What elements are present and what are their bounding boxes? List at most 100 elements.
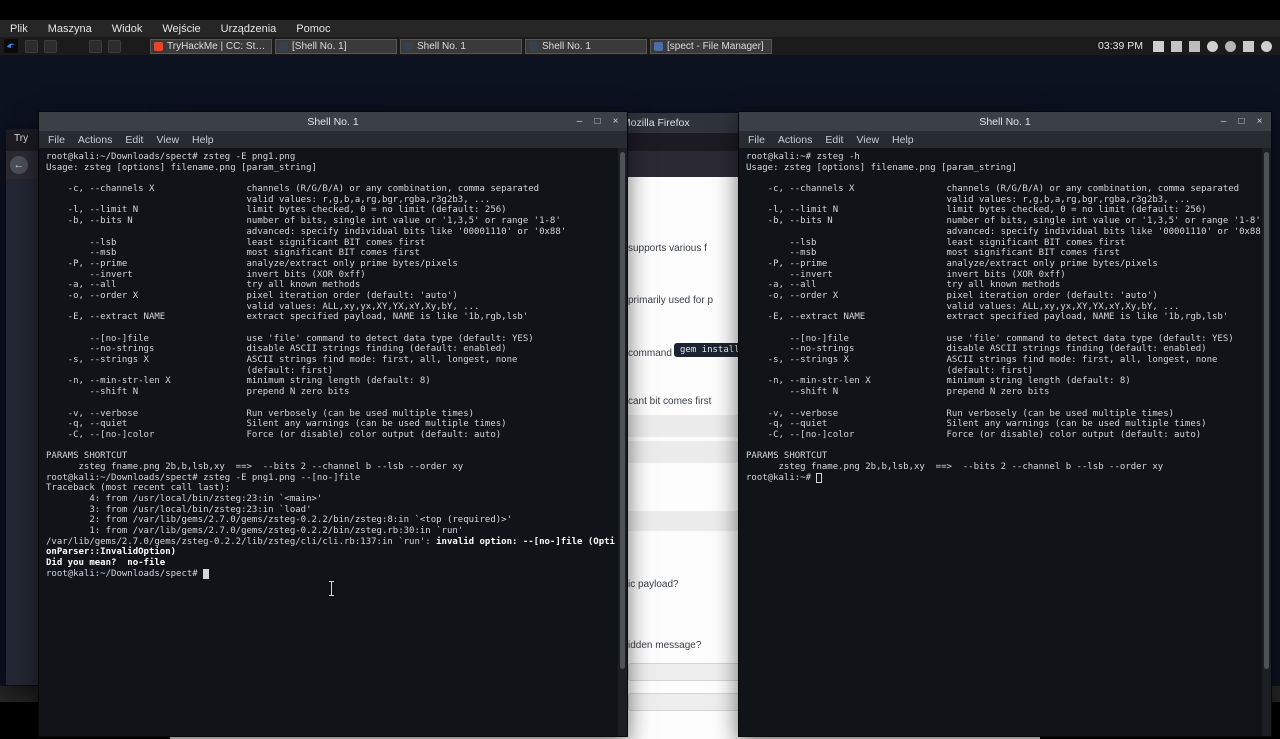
menu-item-help[interactable]: Help — [192, 134, 214, 146]
taskbar-window-label: Shell No. 1 — [542, 40, 591, 52]
menu-item-actions[interactable]: Actions — [778, 134, 812, 146]
page-text-fragment-6: idden message? — [628, 640, 702, 651]
terminal-line: advanced: specify individual bits like '… — [746, 226, 1267, 237]
menu-item-file[interactable]: File — [48, 134, 65, 146]
terminal-line: root@kali:~/Downloads/spect# zsteg -E pn… — [46, 152, 296, 162]
terminal-left-titlebar[interactable]: Shell No. 1 – □ × — [39, 112, 627, 131]
terminal-left-output[interactable]: root@kali:~/Downloads/spect# zsteg -E pn… — [39, 148, 627, 736]
terminal-line: -v, --verbose Run verbosely (can be used… — [46, 408, 475, 419]
terminal-line: advanced: specify individual bits like '… — [46, 226, 567, 237]
launcher-icon-1[interactable] — [25, 39, 38, 53]
menu-item-pomoc[interactable]: Pomoc — [286, 23, 340, 35]
terminal-line: -P, --prime analyze/extract only prime b… — [46, 258, 458, 269]
minimize-icon[interactable]: – — [572, 114, 587, 129]
answer-input-1[interactable] — [628, 663, 742, 681]
terminal-line: --no-strings disable ASCII strings findi… — [46, 344, 507, 355]
notification-bell-icon[interactable] — [1207, 40, 1218, 52]
terminal-line: zsteg fname.png 2b,b,lsb,xy ==> --bits 2… — [746, 461, 1164, 472]
kali-taskbar: TryHackMe | CC: Stegan... [Shell No. 1] Sh… — [0, 37, 1280, 55]
terminal-line: 3: from /usr/local/bin/zsteg:23:in `load… — [46, 504, 312, 515]
terminal-left-scrollbar[interactable] — [618, 148, 627, 736]
taskbar-window-shell-3[interactable]: Shell No. 1 — [525, 38, 647, 54]
display-settings-icon[interactable] — [1153, 40, 1164, 52]
panel-clock[interactable]: 03:39 PM — [1098, 40, 1143, 52]
taskbar-window-shell-1-minimized[interactable]: [Shell No. 1] — [275, 38, 397, 54]
terminal-line: -c, --channels X channels (R/G/B/A) or a… — [746, 184, 1240, 195]
kali-menu-icon[interactable] — [4, 39, 18, 53]
terminal-line: 4: from /usr/local/bin/zsteg:23:in `<mai… — [46, 494, 323, 504]
volume-icon[interactable] — [1171, 40, 1182, 52]
terminal-line: Usage: zsteg [options] filename.png [par… — [46, 162, 317, 173]
menu-item-file[interactable]: File — [748, 134, 765, 146]
window-title: Shell No. 1 — [307, 115, 359, 128]
terminal-line: -q, --quiet Silent any warnings (can be … — [46, 419, 507, 430]
terminal-line: valid values: r,g,b,a,rg,bgr,rgba,r3g2b3… — [746, 194, 1191, 205]
minimize-icon[interactable]: – — [1216, 114, 1231, 129]
terminal-line: -s, --strings X ASCII strings find mode:… — [46, 355, 518, 366]
virtualbox-menubar: Plik Maszyna Widok Wejście Urządzenia Pomoc — [0, 20, 1280, 37]
taskbar-window-shell-2[interactable]: Shell No. 1 — [400, 38, 522, 54]
back-button-icon[interactable]: ← — [10, 156, 28, 174]
session-user-icon[interactable] — [1225, 40, 1236, 52]
taskbar-window-file-manager-minimized[interactable]: [spect - File Manager] — [650, 38, 772, 54]
maximize-icon[interactable]: □ — [1234, 114, 1249, 129]
page-text-fragment-1: supports various f — [628, 243, 707, 254]
menu-item-view[interactable]: View — [856, 134, 879, 146]
menu-item-view[interactable]: View — [156, 134, 179, 146]
window-controls: – □ × — [572, 112, 623, 131]
answer-input-2[interactable] — [628, 693, 742, 711]
menu-item-actions[interactable]: Actions — [78, 134, 112, 146]
terminal-line: valid values: ALL,xy,yx,XY,YX,xY,Xy,bY, … — [46, 301, 480, 312]
launcher-icon-3[interactable] — [89, 39, 102, 53]
terminal-line: (default: first) — [746, 365, 1034, 376]
menu-item-wej-cie[interactable]: Wejście — [152, 23, 210, 35]
taskbar-window-label: TryHackMe | CC: Stegan... — [167, 40, 268, 52]
terminal-line: -a, --all try all known methods — [746, 280, 1061, 291]
launcher-icon-4[interactable] — [108, 39, 121, 53]
menu-item-help[interactable]: Help — [892, 134, 914, 146]
terminal-line: -E, --extract NAME extract specified pay… — [746, 312, 1229, 323]
network-icon[interactable] — [1189, 40, 1200, 52]
terminal-line: 2: from /var/lib/gems/2.7.0/gems/zsteg-0… — [46, 515, 512, 526]
terminal-right-scrollbar[interactable] — [1262, 148, 1271, 736]
menu-item-plik[interactable]: Plik — [0, 23, 38, 35]
mouse-text-cursor — [329, 581, 334, 596]
taskbar-window-icon — [529, 41, 538, 51]
taskbar-window-tryhackme-firefox[interactable]: TryHackMe | CC: Stegan... — [150, 38, 272, 54]
menu-item-urz-dzenia[interactable]: Urządzenia — [211, 23, 287, 35]
terminal-line: -o, --order X pixel iteration order (def… — [746, 290, 1158, 301]
taskbar-window-label: Shell No. 1 — [417, 40, 466, 52]
close-icon[interactable]: × — [1252, 114, 1267, 129]
question-row-3 — [628, 511, 742, 531]
close-icon[interactable]: × — [608, 114, 623, 129]
scrollbar-thumb[interactable] — [1264, 152, 1269, 670]
lock-screen-icon[interactable] — [1243, 40, 1254, 52]
terminal-line: --msb most significant BIT comes first — [46, 248, 420, 259]
terminal-line: -o, --order X pixel iteration order (def… — [46, 290, 458, 301]
scrollbar-thumb[interactable] — [620, 152, 625, 670]
terminal-line: PARAMS SHORTCUT — [46, 451, 128, 462]
maximize-icon[interactable]: □ — [590, 114, 605, 129]
launcher-icon-2[interactable] — [44, 39, 57, 53]
menu-item-edit[interactable]: Edit — [125, 134, 143, 146]
terminal-line: -l, --limit N limit bytes checked, 0 = n… — [46, 205, 507, 216]
terminal-line: zsteg fname.png 2b,b,lsb,xy ==> --bits 2… — [46, 461, 464, 472]
page-text-fragment-5: ic payload? — [628, 579, 679, 590]
terminal-right-output[interactable]: root@kali:~# zsteg -h Usage: zsteg [optio… — [739, 148, 1271, 736]
menu-item-edit[interactable]: Edit — [825, 134, 843, 146]
power-icon[interactable] — [1261, 40, 1272, 52]
terminal-window-left[interactable]: Shell No. 1 – □ × File Actions Edit View Hel… — [38, 111, 628, 737]
menu-item-maszyna[interactable]: Maszyna — [38, 23, 102, 35]
terminal-window-right[interactable]: Shell No. 1 – □ × File Actions Edit View Hel… — [738, 111, 1272, 737]
desktop[interactable]: Try ← CC: Steganography - Mozilla Firefo… — [0, 55, 1280, 739]
terminal-line: --no-strings disable ASCII strings findi… — [746, 344, 1207, 355]
taskbar-window-list: TryHackMe | CC: Stegan... [Shell No. 1] Sh… — [150, 38, 775, 54]
terminal-right-titlebar[interactable]: Shell No. 1 – □ × — [739, 112, 1271, 131]
taskbar-window-icon — [654, 41, 663, 51]
menu-item-widok[interactable]: Widok — [102, 23, 153, 35]
